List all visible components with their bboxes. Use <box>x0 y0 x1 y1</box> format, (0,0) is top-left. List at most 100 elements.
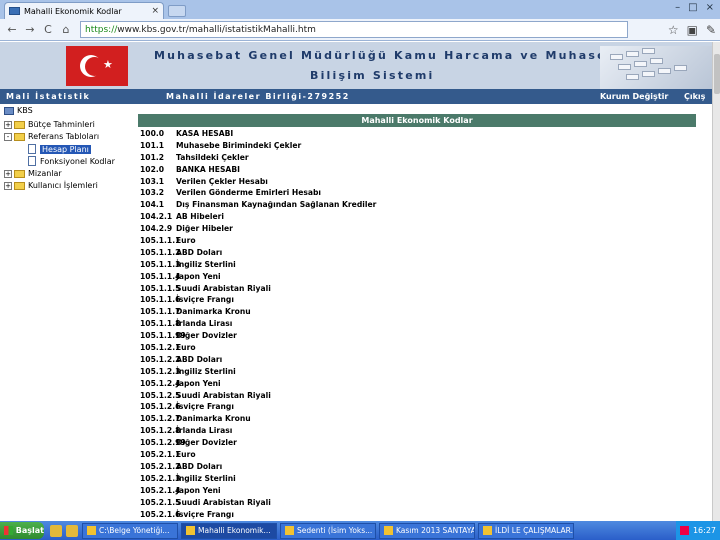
taskbar-item[interactable]: Mahalli Ekonomik... <box>181 522 277 539</box>
taskbar-item[interactable]: İLDİ LE ÇALIŞMALAR... <box>478 522 574 539</box>
table-row[interactable]: 105.1.2.4 Japon Yeni <box>138 378 696 390</box>
table-row[interactable]: 105.2.1.6 İsviçre Frangı <box>138 509 696 521</box>
change-institution-link[interactable]: Kurum Değiştir <box>600 92 668 101</box>
table-row[interactable]: 103.2 Verilen Gönderme Emirleri Hesabı <box>138 187 696 199</box>
table-row[interactable]: 105.1.1.7 Danimarka Kronu <box>138 306 696 318</box>
table-row[interactable]: 105.1.2.7 Danimarka Kronu <box>138 413 696 425</box>
tree-item-butce-tahminleri[interactable]: + Bütçe Tahminleri <box>4 120 95 129</box>
table-row[interactable]: 105.2.1.1 Euro <box>138 449 696 461</box>
browser-nav-bar: ← → C ⌂ https:// www.kbs.gov.tr/mahalli/… <box>0 19 720 41</box>
close-tab-icon[interactable]: × <box>151 6 159 16</box>
table-row[interactable]: 104.2.9 Diğer Hibeler <box>138 223 696 235</box>
row-code: 105.1.2.3 <box>140 366 181 376</box>
site-nav-bar: Mali İstatistik Mahalli İdareler Birliği… <box>0 89 712 104</box>
row-name: Muhasebe Birimindeki Çekler <box>176 140 302 150</box>
table-row[interactable]: 105.1.1.6 İsviçre Frangı <box>138 294 696 306</box>
taskbar-item[interactable]: Sedenti (İsim Yoks... <box>280 522 376 539</box>
table-row[interactable]: 104.2.1 AB Hibeleri <box>138 211 696 223</box>
table-row[interactable]: 105.1.1.8 İrlanda Lirası <box>138 318 696 330</box>
back-icon[interactable]: ← <box>4 23 20 36</box>
logout-link[interactable]: Çıkış <box>684 92 705 101</box>
table-row[interactable]: 105.1.1.1 Euro <box>138 235 696 247</box>
row-code: 100.0 <box>140 129 165 138</box>
minimize-button[interactable]: – <box>675 2 680 13</box>
table-row[interactable]: 105.1.2.3 İngiliz Sterlini <box>138 366 696 378</box>
row-code: 105.1.1.1 <box>140 236 181 246</box>
table-row[interactable]: 102.0 BANKA HESABI <box>138 164 696 176</box>
vertical-scrollbar[interactable] <box>712 42 720 521</box>
close-window-button[interactable]: × <box>706 2 714 13</box>
expand-icon[interactable]: + <box>4 181 12 190</box>
window-controls: – □ × <box>675 2 714 13</box>
expand-icon[interactable]: + <box>4 120 12 129</box>
scrollbar-thumb[interactable] <box>714 54 720 94</box>
wrench-menu-icon[interactable]: ✎ <box>706 23 716 37</box>
tray-icon[interactable] <box>679 526 689 535</box>
bookmark-star-icon[interactable]: ☆ <box>668 23 679 37</box>
row-code: 104.1 <box>140 200 165 210</box>
table-row[interactable]: 103.1 Verilen Çekler Hesabı <box>138 176 696 188</box>
address-bar[interactable]: https:// www.kbs.gov.tr/mahalli/istatist… <box>80 21 628 38</box>
row-name: İrlanda Lirası <box>176 319 233 329</box>
tab-title: Mahalli Ekonomik Kodlar <box>24 6 122 16</box>
table-row[interactable]: 101.1 Muhasebe Birimindeki Çekler <box>138 140 696 152</box>
reload-icon[interactable]: C <box>40 23 56 36</box>
row-code: 105.1.1.2 <box>140 247 181 257</box>
table-row[interactable]: 100.0 KASA HESABI <box>138 128 696 140</box>
table-row[interactable]: 105.1.2.99 Diğer Dovizler <box>138 437 696 449</box>
quick-launch-icon[interactable] <box>50 524 62 537</box>
kbs-favicon-icon <box>9 7 20 15</box>
table-row[interactable]: 105.1.1.99 Diğer Dovizler <box>138 330 696 342</box>
table-row[interactable]: 105.2.1.2 ABD Doları <box>138 461 696 473</box>
turkish-flag-icon: ★ <box>66 46 128 86</box>
table-row[interactable]: 105.1.2.8 İrlanda Lirası <box>138 425 696 437</box>
site-title-line1: Muhasebat Genel Müdürlüğü Kamu Harcama v… <box>154 49 627 62</box>
taskbar-item[interactable]: Kasım 2013 SANTAYA... <box>379 522 475 539</box>
tree-item-referans-tablolari[interactable]: - Referans Tabloları <box>4 132 99 141</box>
system-tray: 16:27 <box>675 521 720 540</box>
home-icon[interactable]: ⌂ <box>58 23 74 36</box>
section-title: Mali İstatistik <box>6 92 91 101</box>
table-row[interactable]: 105.1.1.5 Suudi Arabistan Riyali <box>138 283 696 295</box>
table-row[interactable]: 105.2.1.5 Suudi Arabistan Riyali <box>138 497 696 509</box>
table-row[interactable]: 105.1.2.1 Euro <box>138 342 696 354</box>
new-tab-button[interactable] <box>168 5 186 17</box>
folder-icon <box>14 132 25 141</box>
row-code: 103.2 <box>140 188 165 198</box>
tree-root-kbs[interactable]: KBS <box>4 106 33 115</box>
row-code: 105.2.1.2 <box>140 461 181 471</box>
expand-icon[interactable]: + <box>4 169 12 178</box>
table-row[interactable]: 101.2 Tahsildeki Çekler <box>138 152 696 164</box>
tree-item-mizanlar[interactable]: + Mizanlar <box>4 169 62 178</box>
tree-item-hesap-plani[interactable]: Hesap Planı <box>28 144 91 154</box>
windows-logo-icon <box>4 526 13 535</box>
table-row[interactable]: 105.2.1.3 İngiliz Sterlini <box>138 473 696 485</box>
table-row[interactable]: 105.1.1.2 ABD Doları <box>138 247 696 259</box>
taskbar-item[interactable]: C:\Belge Yönetiği... <box>82 522 178 539</box>
browser-tab[interactable]: Mahalli Ekonomik Kodlar × <box>4 2 164 19</box>
row-code: 105.2.1.6 <box>140 509 181 519</box>
forward-icon[interactable]: → <box>22 23 38 36</box>
collapse-icon[interactable]: - <box>4 132 12 141</box>
table-row[interactable]: 105.1.2.5 Suudi Arabistan Riyali <box>138 390 696 402</box>
content-heading: Mahalli Ekonomik Kodlar <box>138 114 696 127</box>
table-row[interactable]: 105.1.1.3 İngiliz Sterlini <box>138 259 696 271</box>
row-name: Diğer Dovizler <box>176 438 237 448</box>
row-name: İrlanda Lirası <box>176 426 233 436</box>
table-row[interactable]: 105.2.1.4 Japon Yeni <box>138 485 696 497</box>
url-text: www.kbs.gov.tr/mahalli/istatistikMahalli… <box>117 24 316 35</box>
extension-icon[interactable]: ▣ <box>687 23 698 37</box>
tree-item-kullanici-islemleri[interactable]: + Kullanıcı İşlemleri <box>4 181 98 190</box>
quick-launch-icon[interactable] <box>66 524 78 537</box>
table-row[interactable]: 105.1.2.6 İsviçre Frangı <box>138 401 696 413</box>
folder-icon <box>14 181 25 190</box>
table-row[interactable]: 104.1 Dış Finansman Kaynağından Sağlanan … <box>138 199 696 211</box>
maximize-button[interactable]: □ <box>688 2 697 13</box>
url-scheme: https:// <box>85 24 118 35</box>
row-code: 105.1.2.8 <box>140 426 181 436</box>
table-row[interactable]: 105.1.1.4 Japon Yeni <box>138 271 696 283</box>
row-name: Suudi Arabistan Riyali <box>176 283 271 293</box>
start-button[interactable]: Başlat <box>0 522 44 539</box>
tree-item-fonksiyonel-kodlar[interactable]: Fonksiyonel Kodlar <box>28 156 115 166</box>
table-row[interactable]: 105.1.2.2 ABD Doları <box>138 354 696 366</box>
